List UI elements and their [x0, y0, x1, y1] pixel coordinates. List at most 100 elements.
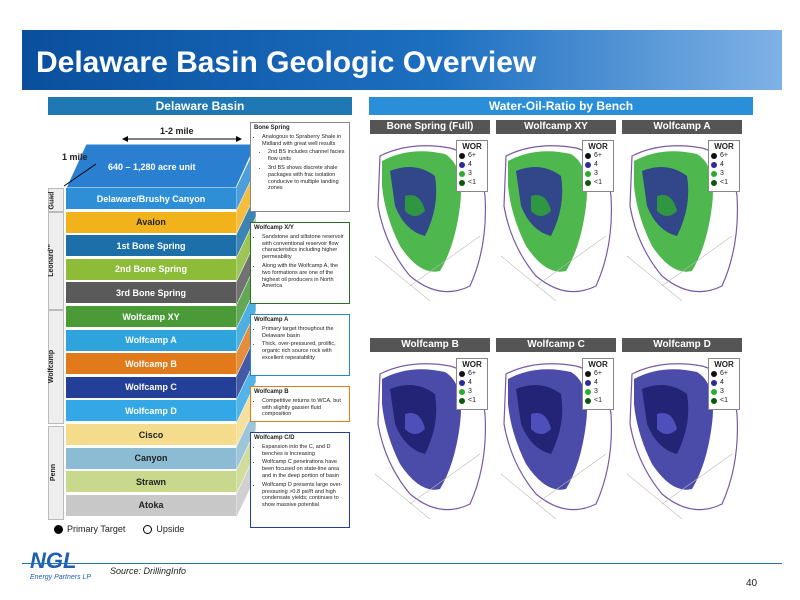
- wor-legend: WOR 6+ 4 3 <1: [456, 358, 488, 410]
- wor-map-bone-spring-full-: Bone Spring (Full) WOR 6+ 4 3 <1: [370, 120, 490, 305]
- desc-wolfcamp-a: Wolfcamp A Primary target throughout the…: [250, 314, 350, 376]
- wor-legend-title: WOR: [588, 360, 608, 369]
- layer-1st-bone-spring: 1st Bone Spring: [66, 235, 236, 257]
- layer-label: 3rd Bone Spring: [115, 287, 186, 298]
- wor-legend-label: 3: [720, 388, 724, 395]
- wor-legend-item: 3: [459, 387, 485, 396]
- layer-2nd-bone-spring: 2nd Bone Spring: [66, 258, 236, 280]
- map-title: Wolfcamp A: [622, 120, 742, 134]
- wor-swatch-icon: [711, 397, 717, 404]
- desc-wolfcamp-cd: Wolfcamp C/D Expansion into the C, and D…: [250, 432, 350, 528]
- wor-swatch-icon: [585, 370, 591, 377]
- layer-strawn: Strawn: [66, 471, 236, 493]
- upside-label: Upside: [156, 524, 185, 534]
- primary-target-dot-icon: [54, 524, 63, 534]
- wor-legend-title: WOR: [462, 360, 482, 369]
- target-legend: Primary Target Upside: [54, 524, 184, 534]
- wor-swatch-icon: [711, 170, 717, 177]
- wor-swatch-icon: [459, 388, 465, 395]
- wor-map-wolfcamp-c: Wolfcamp C WOR 6+ 4 3 <1: [496, 338, 616, 523]
- wor-legend-item: <1: [459, 396, 485, 405]
- wor-legend-label: <1: [720, 179, 728, 186]
- wor-legend-item: 4: [711, 378, 737, 387]
- desc-bullet: Competitive returns to WCA, but with sli…: [262, 398, 346, 418]
- wor-legend-label: 6+: [468, 370, 476, 377]
- layer-label: 1st Bone Spring: [116, 240, 186, 251]
- group-leonard: Leonard''': [48, 212, 64, 310]
- footer-divider: [22, 563, 782, 564]
- desc-bullet: Analogous to Spraberry Shale in Midland …: [262, 134, 346, 148]
- wor-swatch-icon: [711, 370, 717, 377]
- wor-legend: WOR 6+ 4 3 <1: [582, 140, 614, 192]
- primary-target-label: Primary Target: [67, 524, 126, 534]
- map-title: Bone Spring (Full): [370, 120, 490, 134]
- desc-bullet: Primary target throughout the Delaware b…: [262, 326, 346, 340]
- desc-bullet: 2nd BS includes channel facies flow unit…: [268, 149, 346, 163]
- wor-legend-item: 3: [459, 169, 485, 178]
- layer-label: Wolfcamp B: [125, 358, 177, 369]
- wor-legend-item: <1: [711, 396, 737, 405]
- wor-legend-item: 4: [585, 378, 611, 387]
- wor-swatch-icon: [711, 179, 717, 186]
- wor-map-wolfcamp-d: Wolfcamp D WOR 6+ 4 3 <1: [622, 338, 742, 523]
- wor-legend-label: 6+: [594, 370, 602, 377]
- width-dimension-arrow: [122, 136, 242, 142]
- wor-legend-item: 6+: [459, 151, 485, 160]
- wor-legend: WOR 6+ 4 3 <1: [456, 140, 488, 192]
- layer-atoka: Atoka: [66, 494, 236, 516]
- wor-legend-item: 6+: [459, 369, 485, 378]
- company-logo: NGL Energy Partners LP: [30, 548, 91, 588]
- wor-swatch-icon: [459, 170, 465, 177]
- layer-wolfcamp-a: Wolfcamp A: [66, 329, 236, 351]
- desc-bullet: Along with the Wolfcamp A, the two forma…: [262, 263, 346, 290]
- desc-bullet: Sandstone and siltstone reservoir with c…: [262, 234, 346, 261]
- wor-legend: WOR 6+ 4 3 <1: [708, 140, 740, 192]
- right-panel-header: Water-Oil-Ratio by Bench: [369, 97, 753, 115]
- wor-legend-item: <1: [585, 178, 611, 187]
- wor-legend-title: WOR: [588, 142, 608, 151]
- desc-wolfcamp-xy: Wolfcamp X/Y Sandstone and siltstone res…: [250, 222, 350, 304]
- wor-legend-item: 3: [711, 387, 737, 396]
- wor-swatch-icon: [459, 152, 465, 159]
- layer-wolfcamp-b: Wolfcamp B: [66, 353, 236, 375]
- wor-legend-label: 6+: [594, 152, 602, 159]
- desc-title: Wolfcamp B: [254, 389, 289, 395]
- layer-wolfcamp-xy: Wolfcamp XY: [66, 306, 236, 327]
- map-title: Wolfcamp C: [496, 338, 616, 352]
- wor-map-wolfcamp-b: Wolfcamp B WOR 6+ 4 3 <1: [370, 338, 490, 523]
- depth-dimension-arrow: [63, 163, 97, 187]
- desc-title: Wolfcamp A: [254, 317, 289, 323]
- wor-legend-item: 6+: [585, 151, 611, 160]
- wor-legend-title: WOR: [462, 142, 482, 151]
- wor-swatch-icon: [585, 379, 591, 386]
- wor-legend-label: 4: [468, 379, 472, 386]
- layer-avalon: Avalon: [66, 211, 236, 233]
- wor-legend-label: 4: [720, 379, 724, 386]
- wor-legend-label: <1: [468, 179, 476, 186]
- layer-label: Wolfcamp XY: [122, 311, 180, 322]
- logo-mark: NGL: [30, 548, 77, 573]
- group-guad: Guad: [48, 188, 64, 212]
- wor-legend-item: 3: [711, 169, 737, 178]
- map-title: Wolfcamp B: [370, 338, 490, 352]
- wor-legend-label: 6+: [468, 152, 476, 159]
- wor-legend-label: 4: [720, 161, 724, 168]
- layer-label: Atoka: [138, 500, 164, 511]
- wor-swatch-icon: [711, 152, 717, 159]
- title-bar: Delaware Basin Geologic Overview: [22, 30, 782, 90]
- group-wolfcamp: Wolfcamp: [48, 310, 64, 424]
- wor-swatch-icon: [459, 379, 465, 386]
- desc-bullet: Wolfcamp D presents large over-pressurin…: [262, 482, 346, 509]
- desc-bone-spring: Bone Spring Analogous to Spraberry Shale…: [250, 122, 350, 212]
- wor-legend-item: 4: [711, 160, 737, 169]
- layer-cisco: Cisco: [66, 424, 236, 445]
- layer-label: Wolfcamp A: [125, 335, 177, 346]
- source-note: Source: DrillingInfo: [110, 566, 187, 576]
- wor-legend-item: 6+: [585, 369, 611, 378]
- page-number: 40: [746, 578, 758, 589]
- layer-label: Avalon: [136, 217, 166, 228]
- wor-swatch-icon: [585, 388, 591, 395]
- layer-label: Cisco: [138, 429, 164, 440]
- layer-label: Canyon: [134, 453, 168, 464]
- page-title: Delaware Basin Geologic Overview: [36, 46, 537, 79]
